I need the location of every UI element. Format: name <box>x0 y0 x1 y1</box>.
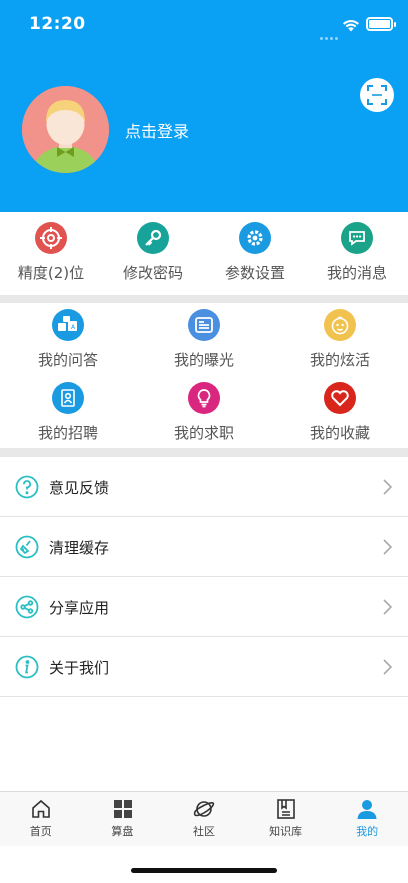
grid-item-my-exposure[interactable]: 我的曝光 <box>136 303 272 375</box>
grid-item-label: 我的问答 <box>37 351 98 369</box>
profile-header: 12:20 点击登录 <box>0 0 408 212</box>
card-icon <box>188 309 220 341</box>
quick-action-precision[interactable]: 精度(2)位 <box>0 212 102 295</box>
grid-item-my-job-search[interactable]: 我的求职 <box>136 376 272 448</box>
tab-abacus[interactable]: 算盘 <box>82 792 164 847</box>
planet-icon <box>194 801 215 817</box>
wifi-icon <box>342 17 360 36</box>
tab-knowledge-base[interactable]: 知识库 <box>245 792 327 847</box>
tab-label: 社区 <box>192 825 215 838</box>
my-features-grid: A 我的问答 我的曝光 我的炫活 我的招聘 我的求职 我的收藏 <box>0 303 408 448</box>
menu-item-label: 分享应用 <box>49 599 110 617</box>
cellular-signal-icon <box>320 25 342 40</box>
battery-icon <box>366 17 396 31</box>
grid-item-my-showcase[interactable]: 我的炫活 <box>272 303 408 375</box>
grid-item-label: 我的曝光 <box>173 351 234 369</box>
grid-item-my-recruitment[interactable]: 我的招聘 <box>0 376 136 448</box>
quick-actions: 精度(2)位 修改密码 参数设置 我的消息 <box>0 212 408 295</box>
tab-label: 我的 <box>356 825 379 838</box>
share-icon <box>15 595 39 619</box>
status-time: 12:20 <box>29 14 86 34</box>
chat-bubble-icon <box>341 222 373 254</box>
grid-item-label: 我的收藏 <box>309 424 370 442</box>
broom-icon <box>15 535 39 559</box>
quick-action-settings[interactable]: 参数设置 <box>204 212 306 295</box>
section-divider <box>0 448 408 457</box>
login-prompt[interactable]: 点击登录 <box>125 118 189 142</box>
settings-menu: 意见反馈 清理缓存 分享应用 关于我们 <box>0 457 408 697</box>
menu-item-about-us[interactable]: 关于我们 <box>0 637 408 697</box>
tab-home[interactable]: 首页 <box>0 792 82 847</box>
person-icon <box>357 800 377 819</box>
status-bar: 12:20 <box>0 0 408 48</box>
tab-community[interactable]: 社区 <box>163 792 245 847</box>
menu-item-clear-cache[interactable]: 清理缓存 <box>0 517 408 577</box>
baby-face-icon <box>324 309 356 341</box>
quick-action-label: 我的消息 <box>326 264 387 282</box>
menu-item-label: 关于我们 <box>49 659 110 677</box>
grid-item-label: 我的炫活 <box>309 351 370 369</box>
chevron-right-icon <box>383 659 392 675</box>
document-icon <box>276 799 295 819</box>
grid-item-my-favorites[interactable]: 我的收藏 <box>272 376 408 448</box>
home-icon <box>32 799 50 818</box>
tab-label: 知识库 <box>269 825 303 838</box>
lightbulb-icon <box>188 382 220 414</box>
quick-action-label: 精度(2)位 <box>17 264 85 282</box>
menu-item-feedback[interactable]: 意见反馈 <box>0 457 408 517</box>
menu-item-share-app[interactable]: 分享应用 <box>0 577 408 637</box>
qa-blocks-icon: A <box>52 309 84 341</box>
tab-label: 算盘 <box>111 825 134 838</box>
tab-label: 首页 <box>29 825 52 838</box>
quick-action-label: 修改密码 <box>122 264 183 282</box>
home-indicator <box>131 868 277 873</box>
info-icon <box>15 655 39 679</box>
target-icon <box>35 222 67 254</box>
grid-item-label: 我的招聘 <box>37 424 98 442</box>
menu-item-label: 意见反馈 <box>49 479 110 497</box>
quick-action-label: 参数设置 <box>224 264 285 282</box>
section-divider <box>0 295 408 303</box>
grid-item-my-qa[interactable]: A 我的问答 <box>0 303 136 375</box>
portrait-doc-icon <box>52 382 84 414</box>
avatar[interactable] <box>22 86 109 173</box>
menu-item-label: 清理缓存 <box>49 539 110 557</box>
chevron-right-icon <box>383 479 392 495</box>
quick-action-change-password[interactable]: 修改密码 <box>102 212 204 295</box>
gear-icon <box>239 222 271 254</box>
key-icon <box>137 222 169 254</box>
quick-action-messages[interactable]: 我的消息 <box>306 212 408 295</box>
chevron-right-icon <box>383 539 392 555</box>
heart-icon <box>324 382 356 414</box>
chevron-right-icon <box>383 599 392 615</box>
scan-icon <box>367 85 387 105</box>
bottom-tab-bar: 首页 算盘 社区 知识库 我的 <box>0 791 408 846</box>
grid-squares-icon <box>113 800 132 818</box>
question-circle-icon <box>15 475 39 499</box>
scan-button[interactable] <box>360 78 394 112</box>
tab-mine[interactable]: 我的 <box>326 792 408 847</box>
grid-item-label: 我的求职 <box>173 424 234 442</box>
